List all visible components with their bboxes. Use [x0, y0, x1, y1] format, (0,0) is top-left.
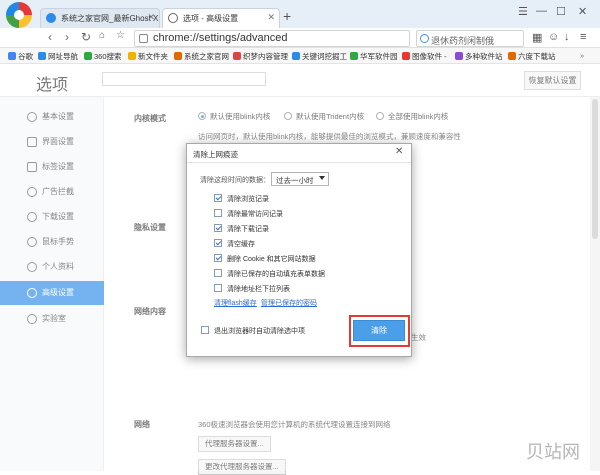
- bookmark-item[interactable]: 360搜索: [84, 51, 122, 62]
- checkbox-checked-icon: [214, 239, 222, 247]
- option-download-history[interactable]: 清除下载记录: [214, 224, 269, 234]
- option-cookies[interactable]: 删除 Cookie 和其它网站数据: [214, 254, 316, 264]
- toolbar: ‹ › ↻ ⌂ ☆ chrome://settings/advanced 退休药…: [0, 28, 600, 48]
- watermark-text: 贝站网: [526, 442, 580, 463]
- bookmark-item[interactable]: 华军软件园: [350, 51, 398, 62]
- option-address-bar-list[interactable]: 清除地址栏下拉列表: [214, 284, 290, 294]
- bookmark-item[interactable]: 网址导航: [38, 51, 78, 62]
- checkbox-icon: [214, 269, 222, 277]
- bookmark-folder[interactable]: 新文件夹: [128, 51, 168, 62]
- back-icon[interactable]: ‹: [48, 30, 52, 44]
- bookmark-item[interactable]: 多种软件站: [455, 51, 503, 62]
- bookmark-icon: [402, 52, 410, 60]
- bookmark-item[interactable]: 系统之家官网: [174, 51, 229, 62]
- time-range-label: 清除这段时间的数据：: [200, 177, 270, 184]
- forward-icon[interactable]: ›: [65, 30, 69, 44]
- bookmark-icon: [38, 52, 46, 60]
- tab-close-icon[interactable]: ✕: [147, 12, 155, 23]
- checkbox-icon: [214, 284, 222, 292]
- maximize-icon[interactable]: ☐: [556, 5, 566, 18]
- favorite-star-icon[interactable]: ☆: [116, 30, 125, 41]
- download-icon[interactable]: ↓: [564, 31, 570, 43]
- menu-icon[interactable]: ☰: [518, 5, 528, 18]
- option-cache[interactable]: 清空缓存: [214, 239, 255, 249]
- search-input[interactable]: 退休药剂闲制俄: [416, 30, 524, 47]
- address-bar[interactable]: chrome://settings/advanced: [134, 30, 410, 47]
- refresh-icon[interactable]: ↻: [81, 30, 91, 44]
- close-icon[interactable]: ✕: [395, 146, 403, 157]
- tab-title: 选项 - 高级设置: [183, 14, 239, 23]
- option-most-visited[interactable]: 清除最常访问记录: [214, 209, 283, 219]
- time-range-value: 过去一小时: [276, 176, 314, 185]
- tab-settings[interactable]: 选项 - 高级设置 ✕: [162, 8, 280, 28]
- checkbox-icon: [214, 209, 222, 217]
- checkbox-checked-icon: [214, 254, 222, 262]
- user-icon[interactable]: ☺: [548, 31, 559, 43]
- search-engine-icon: [420, 34, 429, 43]
- checkbox-checked-icon: [214, 194, 222, 202]
- manage-passwords-link[interactable]: 管理已保存的密码: [261, 298, 317, 308]
- url-text: chrome://settings/advanced: [153, 32, 288, 44]
- browser-logo-icon[interactable]: [6, 2, 32, 28]
- clear-button[interactable]: 清除: [353, 320, 405, 341]
- bookmark-icon: [174, 52, 182, 60]
- tab-title: 系统之家官网_最新Ghost X: [61, 14, 159, 23]
- folder-icon: [128, 52, 136, 60]
- bookmark-icon: [84, 52, 92, 60]
- bookmark-icon: [455, 52, 463, 60]
- bookmark-item[interactable]: 谷歌: [8, 51, 33, 62]
- title-bar: 系统之家官网_最新Ghost X ✕ 选项 - 高级设置 ✕ + ☰ — ☐ ✕: [0, 0, 600, 28]
- minimize-icon[interactable]: —: [536, 5, 547, 17]
- checkbox-icon: [201, 326, 209, 334]
- checkbox-checked-icon: [214, 224, 222, 232]
- bookmark-icon: [350, 52, 358, 60]
- home-icon[interactable]: ⌂: [99, 30, 105, 41]
- bookmark-item[interactable]: 织梦内容管理: [233, 51, 288, 62]
- bookmark-icon: [292, 52, 300, 60]
- bookmarks-more-icon[interactable]: »: [580, 51, 584, 60]
- option-browsing-history[interactable]: 清除浏览记录: [214, 194, 269, 204]
- bookmark-icon: [233, 52, 241, 60]
- chevron-down-icon: [319, 176, 325, 180]
- bookmark-icon: [508, 52, 516, 60]
- bookmark-item[interactable]: 关键词挖掘工: [292, 51, 347, 62]
- auto-clear-on-exit-option[interactable]: 退出浏览器时自动清除选中项: [201, 326, 305, 336]
- bookmark-item[interactable]: 六度下载站: [508, 51, 556, 62]
- more-icon[interactable]: ≡: [580, 31, 586, 43]
- option-autofill[interactable]: 清除已保存的自动填充表单数据: [214, 269, 325, 279]
- close-window-icon[interactable]: ✕: [578, 5, 587, 18]
- new-tab-button[interactable]: +: [283, 8, 291, 24]
- search-placeholder: 退休药剂闲制俄: [431, 36, 495, 46]
- dialog-divider: [187, 162, 411, 163]
- extensions-icon[interactable]: ▦: [532, 31, 542, 44]
- dialog-title: 清除上网痕迹: [193, 150, 238, 159]
- settings-favicon-icon: [168, 13, 178, 23]
- page-icon: [139, 34, 148, 43]
- clear-flash-link[interactable]: 清理flash缓存: [214, 298, 257, 308]
- time-range-select[interactable]: 过去一小时: [271, 172, 329, 186]
- bookmark-item[interactable]: 图像软件 -: [402, 51, 447, 62]
- bookmark-icon: [8, 52, 16, 60]
- favicon-icon: [46, 13, 56, 23]
- tab-xitongzhijia[interactable]: 系统之家官网_最新Ghost X ✕: [40, 8, 160, 28]
- tab-close-icon[interactable]: ✕: [267, 12, 275, 23]
- bookmarks-bar: 谷歌 网址导航 360搜索 新文件夹 系统之家官网 织梦内容管理 关键词挖掘工 …: [0, 48, 600, 64]
